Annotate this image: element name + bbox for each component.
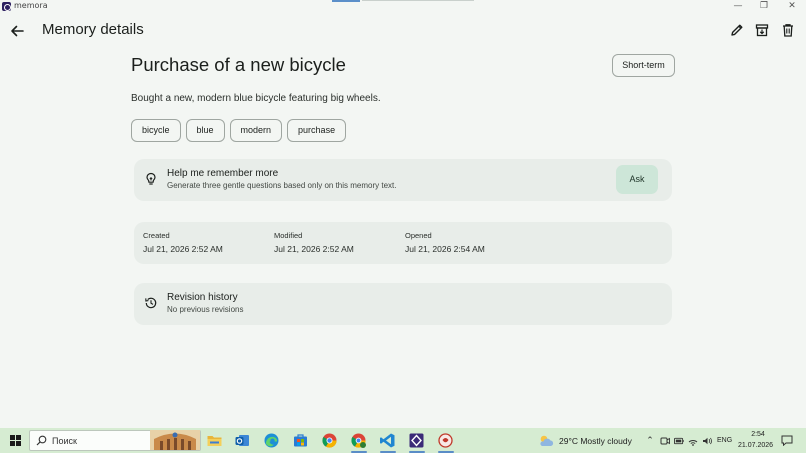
lightbulb-icon <box>146 172 156 185</box>
file-explorer-icon[interactable] <box>206 432 223 449</box>
wifi-icon[interactable] <box>688 436 698 446</box>
input-language-indicator[interactable]: ENG <box>717 437 732 444</box>
created-date: Created Jul 21, 2026 2:52 AM <box>143 231 223 254</box>
close-window-button[interactable]: ✕ <box>778 0 806 14</box>
meet-now-icon[interactable] <box>660 436 670 446</box>
opened-date: Opened Jul 21, 2026 2:54 AM <box>405 231 485 254</box>
help-card-title: Help me remember more <box>167 168 279 179</box>
memory-title: Purchase of a new bicycle <box>131 54 346 75</box>
taskbar: Поиск 29°C Mostly cloudy ⌃ ENG 2:54 21.0… <box>0 428 806 453</box>
created-label: Created <box>143 231 170 240</box>
minimize-button[interactable]: — <box>724 0 752 14</box>
edit-button[interactable] <box>729 22 745 38</box>
pencil-icon <box>731 24 743 36</box>
vscode-icon[interactable] <box>379 432 396 449</box>
tag-list: bicycle blue modern purchase <box>131 119 347 142</box>
tag-chip[interactable]: blue <box>185 119 225 142</box>
term-toggle-button[interactable]: Short-term <box>612 54 675 77</box>
battery-icon[interactable] <box>674 436 684 446</box>
back-arrow-icon <box>11 25 24 37</box>
store-icon[interactable] <box>292 432 309 449</box>
search-icon <box>36 435 47 446</box>
chrome-profile-icon[interactable] <box>350 432 367 449</box>
back-button[interactable] <box>8 22 26 40</box>
memora-app-icon <box>2 2 11 11</box>
search-highlight-image <box>150 430 200 450</box>
maximize-button[interactable]: ❐ <box>750 0 778 14</box>
chevron-up-icon[interactable]: ⌃ <box>645 436 655 446</box>
outlook-icon[interactable] <box>234 432 251 449</box>
revision-subtitle: No previous revisions <box>167 305 244 314</box>
ask-button[interactable]: Ask <box>616 165 658 194</box>
title-bar-divider <box>362 0 474 1</box>
dates-card: Created Jul 21, 2026 2:52 AM Modified Ju… <box>134 222 672 264</box>
modified-date: Modified Jul 21, 2026 2:52 AM <box>274 231 354 254</box>
delete-button[interactable] <box>780 22 796 38</box>
title-bar: memora — ❐ ✕ <box>0 0 806 14</box>
memory-description: Bought a new, modern blue bicycle featur… <box>131 93 381 104</box>
search-placeholder: Поиск <box>52 436 77 446</box>
tag-chip[interactable]: modern <box>229 119 283 142</box>
clock-time[interactable]: 2:54 <box>742 431 774 438</box>
page-title: Memory details <box>42 21 144 38</box>
archive-icon <box>755 24 769 37</box>
modified-label: Modified <box>274 231 303 240</box>
notification-center-icon[interactable] <box>781 435 793 446</box>
archive-button[interactable] <box>754 22 770 38</box>
created-value: Jul 21, 2026 2:52 AM <box>143 244 223 254</box>
memora-taskbar-icon[interactable] <box>437 432 454 449</box>
revision-history-card[interactable]: Revision history No previous revisions <box>134 283 672 325</box>
modified-value: Jul 21, 2026 2:52 AM <box>274 244 354 254</box>
title-bar-accent <box>332 0 360 2</box>
weather-text[interactable]: 29°C Mostly cloudy <box>559 436 632 446</box>
help-remember-card: Help me remember more Generate three gen… <box>134 159 672 201</box>
visual-studio-icon[interactable] <box>408 432 425 449</box>
trash-icon <box>783 24 793 37</box>
clock-date[interactable]: 21.07.2026 <box>738 442 773 449</box>
revision-title: Revision history <box>167 292 238 303</box>
chrome-icon[interactable] <box>321 432 338 449</box>
windows-start-icon[interactable] <box>10 435 21 446</box>
opened-value: Jul 21, 2026 2:54 AM <box>405 244 485 254</box>
edge-browser-icon[interactable] <box>263 432 280 449</box>
history-icon <box>145 297 157 309</box>
volume-icon[interactable] <box>702 436 712 446</box>
opened-label: Opened <box>405 231 432 240</box>
help-card-subtitle: Generate three gentle questions based on… <box>167 181 397 190</box>
tag-chip[interactable]: purchase <box>287 119 347 142</box>
app-name: memora <box>14 1 48 10</box>
tag-chip[interactable]: bicycle <box>131 119 181 142</box>
cloudy-weather-icon[interactable] <box>538 434 554 447</box>
